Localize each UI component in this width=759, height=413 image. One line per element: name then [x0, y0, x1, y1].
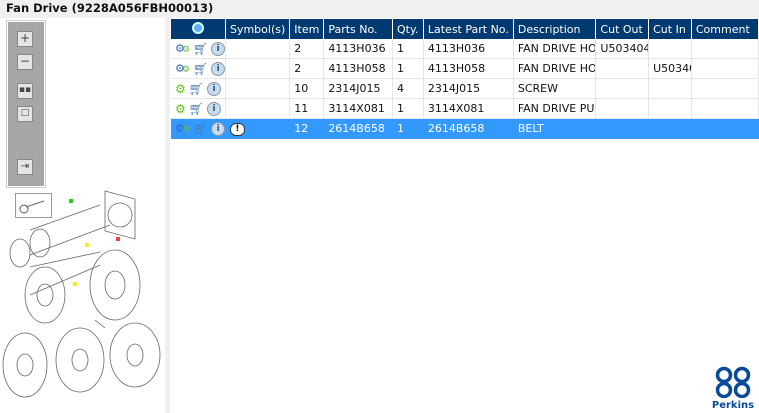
cell-comment [691, 78, 759, 99]
cell-qty: 1 [392, 58, 424, 79]
cell-part: 4113H036 [323, 39, 393, 59]
cell-cutin [648, 98, 692, 119]
row-actions: ⚙ 🛒︎ i [171, 78, 226, 99]
cell-comment [690, 118, 759, 139]
cell-desc: BELT [512, 118, 597, 139]
cell-symbol [225, 78, 291, 99]
cell-comment [691, 39, 759, 59]
info-icon[interactable]: i [211, 41, 225, 56]
cell-cutout [595, 78, 650, 99]
cell-symbol: ! [224, 118, 291, 139]
parts-list-panel: Symbol(s) Item Parts No. Qty. Latest Part No… [170, 18, 759, 413]
cell-part: 2614B658 [323, 118, 393, 139]
window-title: Fan Drive (9228A056FBH00013) [6, 1, 214, 15]
cell-part: 2314J015 [323, 78, 393, 99]
cart-icon[interactable]: 🛒︎ [189, 102, 204, 116]
cell-cutout [595, 118, 650, 139]
cell-qty: 1 [391, 118, 424, 139]
cell-cutout [595, 58, 650, 79]
cell-desc: FAN DRIVE PULLEY [513, 98, 597, 119]
cell-latest: 2314J015 [423, 78, 514, 99]
info-icon[interactable]: i [207, 101, 221, 116]
cell-latest: 4113H058 [423, 58, 514, 79]
cell-cutin [648, 118, 692, 139]
cell-comment [691, 58, 759, 79]
info-icon[interactable]: i [211, 121, 225, 136]
cell-latest: 4113H036 [423, 39, 514, 59]
panel-toggle-icon[interactable]: ⇥ [17, 159, 33, 175]
exploded-drawing[interactable] [0, 185, 165, 413]
viewer-toolbar: + − ▪▪ □ ⇥ [6, 20, 46, 188]
fit-all-icon[interactable]: ▪▪ [17, 83, 33, 99]
column-header[interactable]: Cut Out [595, 19, 650, 39]
column-header[interactable]: Qty. [392, 19, 424, 39]
cell-item: 11 [289, 98, 325, 119]
cell-cutin: U503404 [648, 58, 692, 79]
column-header[interactable]: Description [513, 19, 597, 39]
cart-icon[interactable]: 🛒︎ [193, 62, 208, 76]
info-icon[interactable]: i [211, 61, 225, 76]
part-gear-icon[interactable]: ⚙ [175, 82, 186, 96]
cell-item: 10 [289, 78, 325, 99]
part-gear-icon[interactable]: ⚙ [175, 102, 186, 116]
cell-cutout [595, 98, 650, 119]
cell-symbol [225, 98, 291, 119]
column-header[interactable]: Item [289, 19, 325, 39]
assembly-gears-icon[interactable]: ⚙⚙ [175, 122, 190, 135]
row-actions: ⚙ 🛒︎ i [171, 98, 226, 119]
cell-desc: FAN DRIVE HOUSING [513, 39, 597, 59]
cart-icon[interactable]: 🛒︎ [193, 122, 208, 136]
search-column-header[interactable] [171, 19, 226, 39]
table-row[interactable]: ⚙⚙🛒︎i24113H05814113H058FAN DRIVE HOUSING… [171, 58, 759, 79]
cell-desc: SCREW [513, 78, 597, 99]
cell-part: 3114X081 [323, 98, 393, 119]
cell-item: 12 [289, 118, 325, 139]
column-header[interactable]: Cut In [648, 19, 692, 39]
row-actions: ⚙⚙ 🛒︎ i [171, 58, 226, 79]
column-header[interactable]: Comment [691, 19, 759, 39]
row-actions: ⚙⚙ 🛒︎ i [171, 118, 226, 139]
table-row[interactable]: ⚙⚙🛒︎i24113H03614113H036FAN DRIVE HOUSING… [171, 39, 759, 59]
table-row[interactable]: ⚙⚙ 🛒︎ i! 12 2614B658 1 2614B658 BELT [171, 118, 759, 139]
column-header[interactable]: Parts No. [323, 19, 393, 39]
cell-part: 4113H058 [323, 58, 393, 79]
info-icon[interactable]: i [207, 81, 221, 96]
cart-icon[interactable]: 🛒︎ [189, 82, 204, 96]
cell-desc: FAN DRIVE HOUSING [513, 58, 597, 79]
cell-item: 2 [289, 39, 325, 59]
assembly-gears-icon[interactable]: ⚙⚙ [175, 42, 190, 55]
cell-qty: 1 [392, 98, 424, 119]
zoom-out-icon[interactable]: − [17, 54, 33, 70]
column-header[interactable]: Latest Part No. [423, 19, 514, 39]
cell-latest: 2614B658 [422, 118, 514, 139]
search-icon[interactable] [191, 21, 204, 34]
table-row[interactable]: ⚙🛒︎i113114X08113114X081FAN DRIVE PULLEY [171, 98, 759, 119]
zoom-in-icon[interactable]: + [17, 31, 33, 47]
note-bubble-icon[interactable]: ! [229, 123, 245, 136]
assembly-gears-icon[interactable]: ⚙⚙ [175, 62, 190, 75]
column-header[interactable]: Symbol(s) [225, 19, 291, 39]
cell-cutin [648, 39, 692, 59]
row-actions: ⚙⚙ 🛒︎ i [171, 39, 226, 59]
cell-qty: 1 [392, 39, 424, 59]
actual-size-icon[interactable]: □ [17, 106, 33, 122]
cell-latest: 3114X081 [423, 98, 514, 119]
perkins-logo: Perkins [711, 366, 755, 411]
cart-icon[interactable]: 🛒︎ [193, 42, 208, 56]
cell-symbol [225, 39, 291, 59]
cell-cutin [648, 78, 692, 99]
cell-comment [691, 98, 759, 119]
parts-table: Symbol(s) Item Parts No. Qty. Latest Part No… [171, 19, 759, 139]
table-row[interactable]: ⚙ 🛒︎ i 10 2314J015 4 2314J015 SCREW [171, 78, 759, 99]
cell-cutout: U503404S [595, 39, 650, 59]
cell-symbol [225, 58, 291, 79]
logo-text: Perkins [711, 400, 755, 411]
cell-item: 2 [289, 58, 325, 79]
cell-qty: 4 [392, 78, 424, 99]
